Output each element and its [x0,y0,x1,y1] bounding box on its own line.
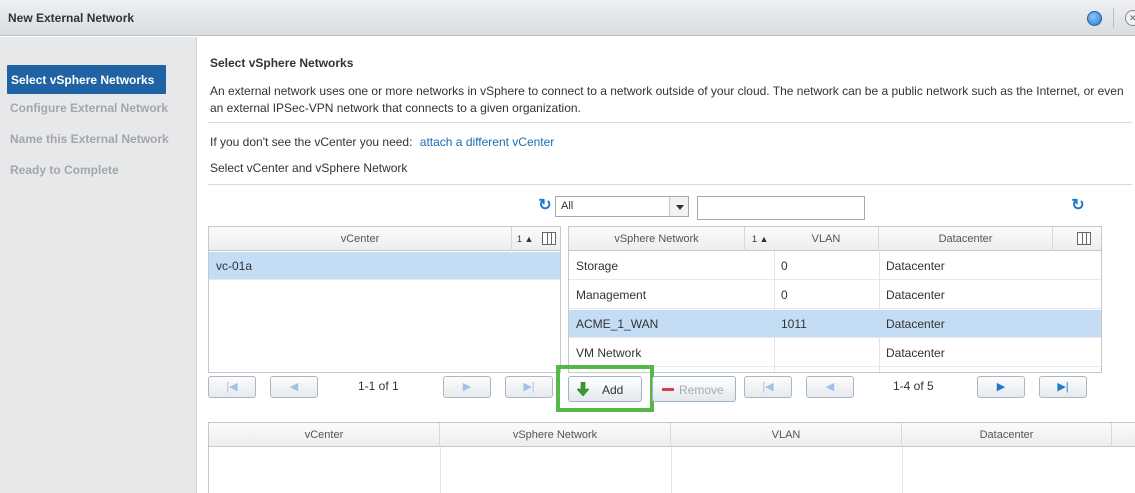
network-grid-header: vSphere Network 1 ▲ VLAN Datacenter [569,227,1101,251]
dialog-title: New External Network [8,11,135,25]
prev-page-icon: ◀ [825,381,835,393]
next-page-icon: ▶ [996,381,1006,393]
wizard-sidebar: Select vSphere Networks Configure Extern… [0,37,197,493]
minus-icon [662,388,674,391]
column-header-vlan[interactable]: VLAN [774,227,879,251]
vlan-cell [774,339,781,367]
first-page-icon: |◀ [226,381,238,393]
add-arrow-icon [577,382,589,396]
wizard-step-ready-to-complete: Ready to Complete [10,163,119,177]
column-header-vsphere-network[interactable]: vSphere Network [569,227,745,251]
add-button[interactable]: Add [568,376,642,402]
datacenter-cell: Datacenter [886,288,945,302]
divider [208,184,1132,185]
column-header-vcenter[interactable]: vCenter [209,423,440,447]
prev-page-icon: ◀ [289,381,299,393]
last-page-icon: ▶| [1057,381,1069,393]
column-chooser-icon[interactable] [1077,232,1091,245]
vcenter-prev-page-button[interactable]: ◀ [270,376,318,398]
vcenter-grid: vCenter 1 ▲ vc-01a [208,226,561,373]
network-last-page-button[interactable]: ▶| [1039,376,1087,398]
network-search-input[interactable] [697,196,865,220]
dialog-titlebar: New External Network ✕ [0,0,1135,36]
column-divider [440,447,441,493]
wizard-step-configure-external-network: Configure External Network [10,101,169,115]
page-description: An external network uses one or more net… [210,84,1124,115]
help-icon[interactable] [1087,11,1102,26]
sort-indicator: 1 ▲ [752,234,769,244]
vcenter-grid-header: vCenter 1 ▲ [209,227,560,251]
filter-select-value: All [561,200,574,212]
network-cell: ACME_1_WAN [576,317,659,331]
column-header-datacenter[interactable]: Datacenter [879,227,1053,251]
datacenter-cell: Datacenter [886,259,945,273]
wizard-step-select-vsphere-networks[interactable]: Select vSphere Networks [7,65,166,94]
vcenter-pager-text: 1-1 of 1 [358,379,399,393]
titlebar-divider [1113,8,1114,28]
table-row[interactable]: VM Network Datacenter [569,339,1101,367]
vcenter-first-page-button[interactable]: |◀ [208,376,256,398]
vlan-cell: 0 [781,288,788,302]
close-icon[interactable]: ✕ [1125,10,1135,26]
column-divider [671,447,672,493]
vsphere-network-grid: vSphere Network 1 ▲ VLAN Datacenter Stor… [568,226,1102,373]
remove-button: Remove [652,376,736,402]
table-row[interactable]: vc-01a [209,252,560,280]
network-next-page-button[interactable]: ▶ [977,376,1025,398]
table-row[interactable]: Management 0 Datacenter [569,281,1101,309]
vcenter-last-page-button[interactable]: ▶| [505,376,553,398]
vcenter-refresh-icon[interactable]: ↻ [538,198,552,214]
vlan-cell: 0 [781,259,788,273]
column-divider [902,447,903,493]
vcenter-prompt-text: If you don't see the vCenter you need: [210,135,413,149]
attach-vcenter-link[interactable]: attach a different vCenter [420,135,555,149]
network-prev-page-button[interactable]: ◀ [806,376,854,398]
divider [208,122,1132,123]
network-cell: Storage [576,259,619,273]
next-page-icon: ▶ [462,381,472,393]
network-cell: Management [576,288,647,302]
table-row[interactable]: ACME_1_WAN 1011 Datacenter [569,310,1101,338]
datacenter-cell: Datacenter [886,317,945,331]
network-cell: VM Network [576,346,642,360]
vcenter-next-page-button[interactable]: ▶ [443,376,491,398]
network-first-page-button[interactable]: |◀ [744,376,792,398]
selected-grid-header: vCenter vSphere Network VLAN Datacenter [209,423,1135,447]
last-page-icon: ▶| [523,381,535,393]
first-page-icon: |◀ [762,381,774,393]
column-header-vsphere-network[interactable]: vSphere Network [440,423,671,447]
network-pager-text: 1-4 of 5 [893,379,934,393]
page-title: Select vSphere Networks [210,56,354,70]
column-chooser-icon[interactable] [542,232,556,245]
column-header-datacenter[interactable]: Datacenter [902,423,1112,447]
network-filter-select[interactable]: All [555,196,689,217]
vcenter-prompt: If you don't see the vCenter you need: a… [210,135,554,149]
datacenter-cell: Datacenter [886,346,945,360]
network-refresh-icon[interactable]: ↻ [1071,198,1085,214]
sort-indicator: 1 ▲ [517,234,534,244]
wizard-step-name-external-network: Name this External Network [10,132,169,146]
table-row[interactable]: Storage 0 Datacenter [569,252,1101,280]
vlan-cell: 1011 [781,317,807,331]
remove-button-label: Remove [679,383,724,397]
column-header-vcenter[interactable]: vCenter [209,227,512,251]
selected-networks-grid: vCenter vSphere Network VLAN Datacenter [208,422,1135,493]
add-button-label: Add [602,383,624,397]
select-vcenter-label: Select vCenter and vSphere Network [210,161,408,175]
chevron-down-icon[interactable] [669,197,688,216]
column-header-vlan[interactable]: VLAN [671,423,902,447]
vcenter-cell: vc-01a [216,259,253,273]
